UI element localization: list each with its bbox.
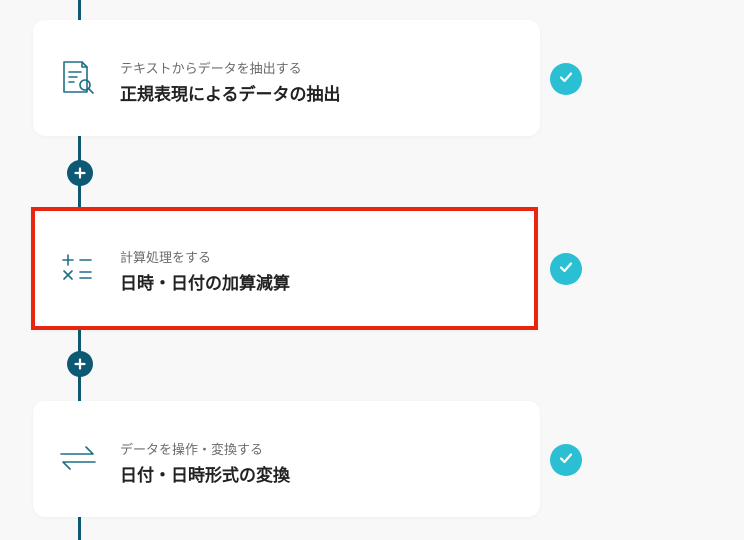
- step-completed-badge: [550, 444, 582, 476]
- step-card-date-calculation[interactable]: 計算処理をする 日時・日付の加算減算: [31, 207, 538, 330]
- step-category-label: 計算処理をする: [120, 251, 212, 266]
- add-step-button[interactable]: [67, 160, 93, 186]
- step-title: 正規表現によるデータの抽出: [120, 85, 341, 105]
- step-title: 日付・日時形式の変換: [120, 466, 290, 486]
- document-search-icon: [59, 60, 97, 96]
- step-title: 日時・日付の加算減算: [120, 274, 290, 294]
- calculator-operators-icon: [61, 249, 99, 285]
- step-card-date-format-conversion[interactable]: データを操作・変換する 日付・日時形式の変換: [33, 401, 540, 517]
- check-icon: [558, 259, 574, 279]
- add-step-button[interactable]: [67, 351, 93, 377]
- step-completed-badge: [550, 63, 582, 95]
- transform-arrows-icon: [59, 441, 97, 477]
- step-completed-badge: [550, 253, 582, 285]
- check-icon: [558, 450, 574, 470]
- check-icon: [558, 69, 574, 89]
- plus-icon: [74, 355, 86, 374]
- step-category-label: データを操作・変換する: [120, 443, 264, 458]
- plus-icon: [74, 164, 86, 183]
- step-category-label: テキストからデータを抽出する: [120, 62, 302, 77]
- step-card-extract-data[interactable]: テキストからデータを抽出する 正規表現によるデータの抽出: [33, 20, 540, 136]
